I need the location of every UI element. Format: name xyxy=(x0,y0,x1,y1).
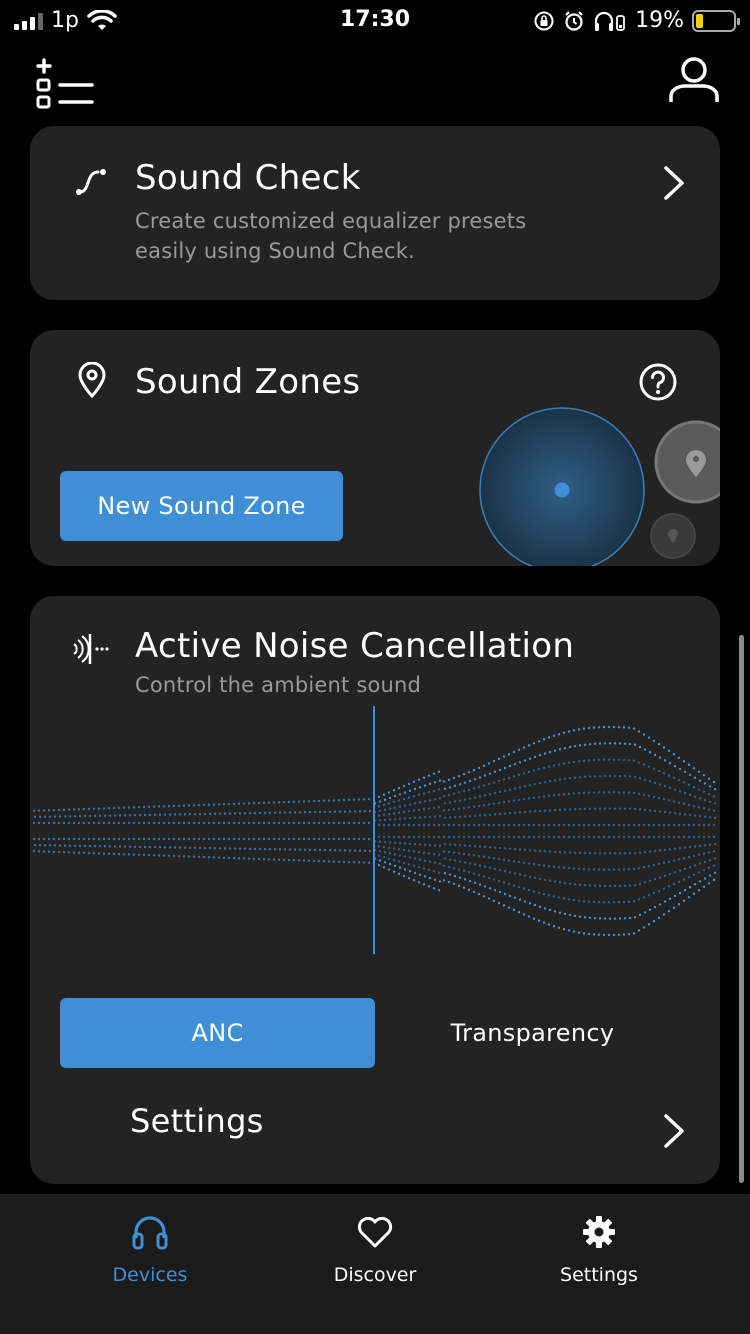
anc-subtitle: Control the ambient sound xyxy=(135,673,422,697)
heart-icon xyxy=(357,1216,393,1248)
battery-percent: 19% xyxy=(635,8,684,33)
headphones-icon xyxy=(132,1216,168,1250)
top-toolbar xyxy=(0,44,750,116)
alarm-icon xyxy=(565,10,583,31)
sound-check-subtitle-line1: Create customized equalizer presets xyxy=(135,209,527,233)
status-bar: 1p 17:30 19% xyxy=(0,0,750,44)
location-pin-icon xyxy=(78,362,106,398)
new-sound-zone-button[interactable]: New Sound Zone xyxy=(60,471,343,541)
tab-discover-label: Discover xyxy=(333,1264,417,1286)
help-icon[interactable] xyxy=(638,362,678,402)
noise-cancellation-icon xyxy=(73,634,109,664)
anc-title: Active Noise Cancellation xyxy=(135,626,575,666)
anc-settings-label: Settings xyxy=(130,1102,264,1140)
add-list-icon xyxy=(36,58,94,109)
tab-devices[interactable]: Devices xyxy=(25,1194,275,1294)
add-device-button[interactable] xyxy=(30,52,96,114)
sound-zones-title: Sound Zones xyxy=(135,362,361,402)
bottom-tab-bar: Devices Discover Settings xyxy=(0,1194,750,1334)
user-icon xyxy=(669,57,719,102)
rotation-lock-icon xyxy=(534,11,554,30)
anc-card: Active Noise Cancellation Control the am… xyxy=(30,596,720,1184)
curve-icon xyxy=(76,169,106,195)
scrollbar[interactable] xyxy=(739,635,744,1183)
sound-zones-map-illustration xyxy=(479,407,720,566)
anc-mode-button[interactable]: ANC xyxy=(60,998,375,1068)
battery-icon xyxy=(692,9,740,32)
profile-button[interactable] xyxy=(668,56,720,106)
sound-zones-card: Sound Zones New Sound Zone xyxy=(30,330,720,566)
chevron-right-icon xyxy=(664,166,684,200)
anc-settings-row[interactable]: Settings xyxy=(30,1088,720,1168)
status-right: 19% xyxy=(533,8,740,33)
sound-check-subtitle-line2: easily using Sound Check. xyxy=(135,239,415,263)
tab-settings-label: Settings xyxy=(560,1264,638,1286)
ambient-sound-waveform[interactable] xyxy=(30,706,720,956)
tab-discover[interactable]: Discover xyxy=(250,1194,500,1294)
sound-check-card[interactable]: Sound Check Create customized equalizer … xyxy=(30,126,720,300)
gear-icon xyxy=(583,1216,615,1248)
tab-devices-label: Devices xyxy=(112,1264,188,1286)
tab-settings[interactable]: Settings xyxy=(474,1194,724,1294)
headphones-status-icon xyxy=(594,11,625,31)
chevron-right-icon xyxy=(664,1114,684,1148)
sound-check-title: Sound Check xyxy=(135,158,361,198)
transparency-mode-button[interactable]: Transparency xyxy=(375,998,690,1068)
